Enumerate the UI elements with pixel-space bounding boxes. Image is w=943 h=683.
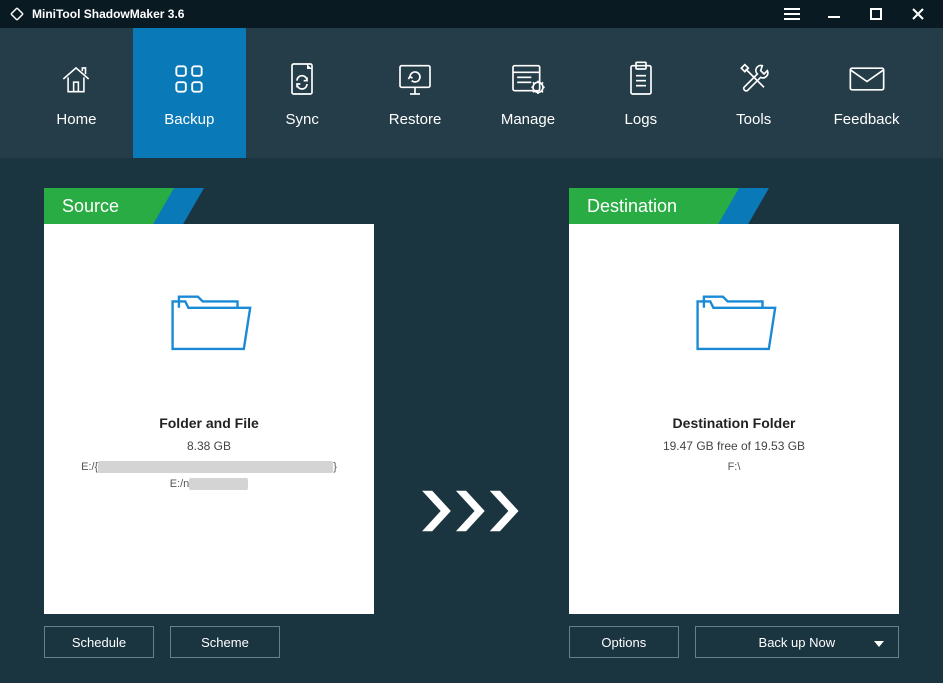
- backup-now-label: Back up Now: [759, 635, 836, 650]
- sync-icon: [282, 59, 322, 99]
- menu-button[interactable]: [771, 0, 813, 28]
- nav-manage[interactable]: Manage: [472, 28, 585, 158]
- destination-free: 19.47 GB free of 19.53 GB: [663, 439, 805, 453]
- source-title: Folder and File: [159, 415, 259, 431]
- nav-home-label: Home: [56, 111, 96, 128]
- folder-icon: [161, 284, 257, 365]
- arrow-indicator-icon: [417, 486, 527, 541]
- source-header: Source: [44, 188, 174, 224]
- caret-down-icon: [874, 635, 884, 650]
- nav-home[interactable]: Home: [20, 28, 133, 158]
- folder-icon: [686, 284, 782, 365]
- nav-feedback[interactable]: Feedback: [810, 28, 923, 158]
- panels-row: Source Folder and File 8.38 GB E:/{xxxxx…: [44, 188, 899, 658]
- scheme-button[interactable]: Scheme: [170, 626, 280, 658]
- main-content: Source Folder and File 8.38 GB E:/{xxxxx…: [0, 158, 943, 683]
- nav-manage-label: Manage: [501, 111, 555, 128]
- nav-tools[interactable]: Tools: [697, 28, 810, 158]
- maximize-button[interactable]: [855, 0, 897, 28]
- logs-icon: [621, 59, 661, 99]
- window-controls: [771, 0, 939, 28]
- schedule-button[interactable]: Schedule: [44, 626, 154, 658]
- backup-icon: [169, 59, 209, 99]
- restore-icon: [395, 59, 435, 99]
- destination-header-wrap: Destination: [569, 188, 899, 224]
- feedback-icon: [847, 59, 887, 99]
- destination-panel[interactable]: Destination Folder 19.47 GB free of 19.5…: [569, 224, 899, 614]
- destination-header: Destination: [569, 188, 739, 224]
- nav-logs[interactable]: Logs: [584, 28, 697, 158]
- nav-backup[interactable]: Backup: [133, 28, 246, 158]
- source-header-wrap: Source: [44, 188, 374, 224]
- main-nav: Home Backup Sync Restore: [0, 28, 943, 158]
- tools-icon: [734, 59, 774, 99]
- title-bar: MiniTool ShadowMaker 3.6: [0, 0, 943, 28]
- nav-sync[interactable]: Sync: [246, 28, 359, 158]
- source-buttons: Schedule Scheme: [44, 626, 374, 658]
- options-button[interactable]: Options: [569, 626, 679, 658]
- nav-tools-label: Tools: [736, 111, 771, 128]
- home-icon: [56, 59, 96, 99]
- nav-feedback-label: Feedback: [834, 111, 900, 128]
- nav-logs-label: Logs: [625, 111, 658, 128]
- close-button[interactable]: [897, 0, 939, 28]
- destination-buttons: Options Back up Now: [569, 626, 899, 658]
- destination-path: F:\: [728, 459, 741, 476]
- manage-icon: [508, 59, 548, 99]
- source-column: Source Folder and File 8.38 GB E:/{xxxxx…: [44, 188, 374, 658]
- app-logo-icon: [8, 5, 26, 23]
- destination-column: Destination Destination Folder 19.47 GB …: [569, 188, 899, 658]
- source-paths: E:/{xxxxxxxxxxxxxxxxxxxxxxxxxxxxxxxxxxxx…: [81, 459, 337, 492]
- nav-backup-label: Backup: [164, 111, 214, 128]
- nav-restore-label: Restore: [389, 111, 442, 128]
- destination-title: Destination Folder: [673, 415, 796, 431]
- source-size: 8.38 GB: [187, 439, 231, 453]
- backup-now-button[interactable]: Back up Now: [695, 626, 899, 658]
- nav-restore[interactable]: Restore: [359, 28, 472, 158]
- nav-sync-label: Sync: [286, 111, 319, 128]
- minimize-button[interactable]: [813, 0, 855, 28]
- source-panel[interactable]: Folder and File 8.38 GB E:/{xxxxxxxxxxxx…: [44, 224, 374, 614]
- app-title: MiniTool ShadowMaker 3.6: [32, 7, 771, 21]
